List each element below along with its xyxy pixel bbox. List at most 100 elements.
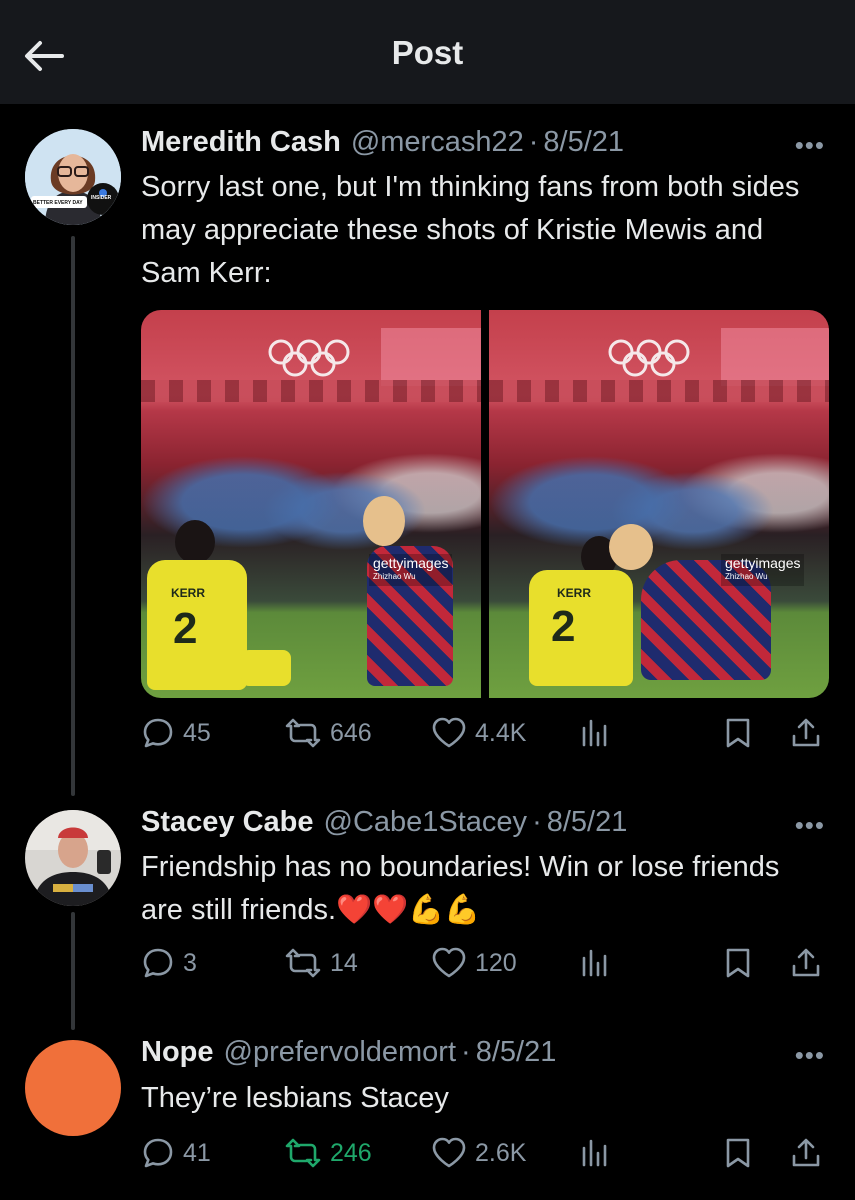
page-title: Post [391, 34, 464, 71]
post-header: Meredith Cash @mercash22 · 8/5/21 [141, 126, 624, 159]
reply-button[interactable]: 45 [141, 716, 211, 750]
more-icon[interactable]: ••• [795, 810, 825, 841]
like-button[interactable]: 4.4K [431, 716, 526, 750]
views-button[interactable] [577, 1136, 611, 1170]
repost-button[interactable]: 646 [284, 716, 372, 750]
avatar-nope[interactable] [25, 1040, 121, 1136]
photo-1[interactable]: KERR 2 gettyimages Zhizhao Wu [141, 310, 481, 698]
getty-logo: gettyimages [373, 555, 449, 571]
avatar-photo [25, 810, 121, 906]
avatar-badge-text-right: INSIDER [91, 195, 112, 201]
post-date[interactable]: 8/5/21 [543, 126, 624, 159]
repost-count: 14 [330, 948, 358, 977]
jersey-number: 2 [551, 602, 576, 651]
share-icon [792, 1138, 820, 1167]
repost-button[interactable]: 246 [284, 1136, 372, 1170]
share-button[interactable] [789, 1136, 823, 1170]
bookmark-icon [726, 718, 750, 748]
reply-button[interactable]: 3 [141, 946, 197, 980]
olympic-rings-icon [608, 339, 690, 377]
action-bar: 45 646 4.4K [141, 716, 831, 756]
avatar-stacey[interactable] [25, 810, 121, 906]
like-button[interactable]: 120 [431, 946, 517, 980]
photo-credit: Zhizhao Wu [725, 572, 768, 581]
player-head [609, 524, 653, 570]
share-button[interactable] [789, 716, 823, 750]
photo-2[interactable]: KERR 2 gettyimages Zhizhao Wu [489, 310, 829, 698]
avatar-meredith[interactable]: BETTER EVERY DAY INSIDER [25, 129, 121, 225]
repost-icon [285, 948, 321, 978]
action-bar: 3 14 120 [141, 946, 831, 986]
author-name[interactable]: Nope [141, 1036, 214, 1069]
player-head [175, 520, 215, 564]
repost-count: 646 [330, 718, 372, 747]
post-media: KERR 2 gettyimages Zhizhao Wu KERR 2 get… [141, 310, 829, 698]
thread-line [71, 236, 75, 796]
reply-icon [143, 1138, 173, 1168]
top-bar: Post [0, 0, 855, 104]
author-name[interactable]: Stacey Cabe [141, 806, 314, 839]
repost-button[interactable]: 14 [284, 946, 358, 980]
player-shorts-yellow [241, 650, 291, 686]
like-icon [432, 717, 466, 748]
more-icon[interactable]: ••• [795, 1040, 825, 1071]
bookmark-button[interactable] [723, 1136, 753, 1170]
getty-logo: gettyimages [725, 555, 801, 571]
bookmark-button[interactable] [723, 716, 753, 750]
reply-count: 41 [183, 1138, 211, 1167]
reply-count: 3 [183, 948, 197, 977]
author-handle[interactable]: @prefervoldemort [224, 1036, 457, 1069]
views-button[interactable] [577, 946, 611, 980]
post-text: Sorry last one, but I'm thinking fans fr… [141, 171, 800, 289]
player-head [363, 496, 405, 546]
author-handle[interactable]: @Cabe1Stacey [324, 806, 528, 839]
jersey-name: KERR [171, 586, 206, 600]
repost-icon [285, 1138, 321, 1168]
share-button[interactable] [789, 946, 823, 980]
views-button[interactable] [577, 716, 611, 750]
repost-count: 246 [330, 1138, 372, 1167]
photo-banner [381, 328, 481, 386]
separator-dot: · [461, 1036, 471, 1068]
like-count: 4.4K [475, 718, 527, 747]
bookmark-button[interactable] [723, 946, 753, 980]
post-header: Stacey Cabe @Cabe1Stacey · 8/5/21 [141, 806, 627, 839]
getty-watermark: gettyimages Zhizhao Wu [721, 554, 805, 586]
author-handle[interactable]: @mercash22 [351, 126, 524, 159]
jersey-name: KERR [557, 586, 592, 600]
post-text: Friendship has no boundaries! Win or los… [141, 851, 780, 926]
like-button[interactable]: 2.6K [431, 1136, 526, 1170]
photo-credit: Zhizhao Wu [373, 572, 416, 581]
post-date[interactable]: 8/5/21 [476, 1036, 557, 1069]
thread-line [71, 912, 75, 1030]
author-name[interactable]: Meredith Cash [141, 126, 341, 159]
separator-dot: · [528, 126, 539, 158]
bookmark-icon [726, 1138, 750, 1168]
post-text: They’re lesbians Stacey [141, 1082, 449, 1114]
olympic-rings-icon [268, 339, 350, 377]
photo-stripe [489, 380, 829, 402]
separator-dot: · [532, 806, 542, 838]
reply-icon [143, 718, 173, 748]
avatar-photo [25, 129, 121, 225]
post-header: Nope @prefervoldemort · 8/5/21 [141, 1036, 556, 1069]
jersey-number: 2 [173, 604, 198, 653]
reply-icon [143, 948, 173, 978]
views-icon [582, 719, 607, 747]
like-count: 120 [475, 948, 517, 977]
reply-count: 45 [183, 718, 211, 747]
share-icon [792, 948, 820, 977]
avatar-badge-text-left: BETTER EVERY DAY [33, 200, 83, 206]
views-icon [582, 949, 607, 977]
like-count: 2.6K [475, 1138, 527, 1167]
views-icon [582, 1139, 607, 1167]
photo-banner [721, 328, 829, 386]
like-icon [432, 947, 466, 978]
share-icon [792, 718, 820, 747]
reply-button[interactable]: 41 [141, 1136, 211, 1170]
more-icon[interactable]: ••• [795, 130, 825, 161]
like-icon [432, 1137, 466, 1168]
photo-stripe [141, 380, 481, 402]
post-date[interactable]: 8/5/21 [547, 806, 628, 839]
bookmark-icon [726, 948, 750, 978]
